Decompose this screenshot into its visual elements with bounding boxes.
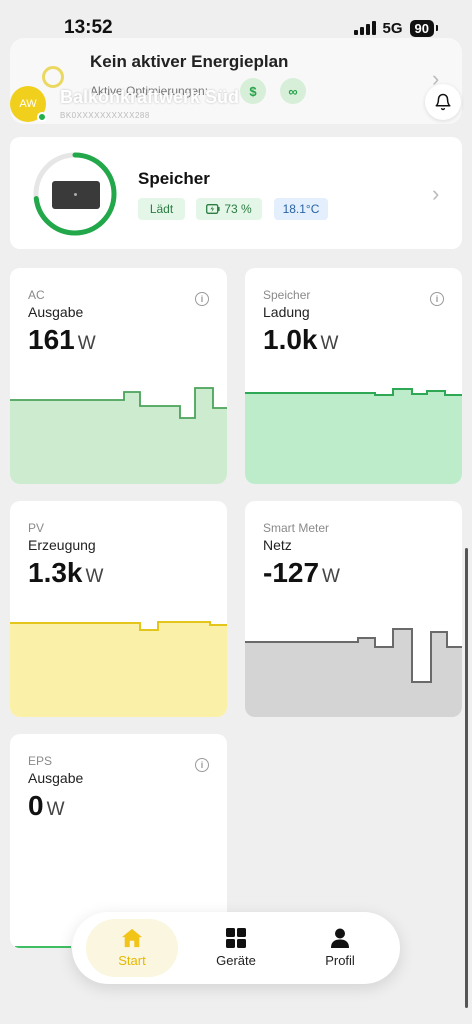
site-name[interactable]: Balkonkraftwerk Süd (60, 87, 239, 108)
tile-value-number: 1.0k (263, 324, 318, 355)
grid-sparkline (245, 628, 462, 717)
tile-value-number: -127 (263, 557, 320, 588)
tile-value-number: 0 (28, 790, 44, 821)
tile-title: Ladung (263, 304, 310, 320)
storage-card[interactable]: Speicher Lädt 73 % 18.1°C › (10, 137, 462, 249)
state-of-charge-value: 73 % (224, 202, 252, 216)
grid-icon (226, 928, 246, 948)
storage-device-image (52, 181, 100, 209)
scrollbar[interactable] (465, 548, 468, 1008)
tile-value-number: 1.3k (28, 557, 83, 588)
tile-value-unit: W (77, 333, 96, 354)
tile-title: Netz (263, 537, 292, 553)
pv-generation-tile[interactable]: PV Erzeugung 1.3k W (10, 501, 227, 717)
cellular-signal-icon (353, 21, 376, 35)
chevron-right-icon[interactable]: › (432, 181, 439, 207)
eps-output-sparkline (15, 946, 71, 948)
tile-category: PV (28, 521, 45, 535)
optimization-cycle-icon: ∞ (280, 78, 306, 104)
temperature-badge: 18.1°C (274, 198, 328, 220)
tile-category: Smart Meter (263, 521, 330, 535)
grid-tile[interactable]: Smart Meter Netz -127 W (245, 501, 462, 717)
info-icon[interactable]: i (195, 292, 209, 306)
status-indicators: 5G 90 (353, 19, 439, 37)
person-icon (331, 928, 349, 948)
network-type: 5G (382, 19, 403, 37)
notifications-button[interactable] (425, 84, 461, 120)
tile-value: 1.0k W (263, 324, 338, 356)
tab-label: Start (118, 953, 146, 968)
tile-category: EPS (28, 754, 53, 768)
battery-icon: 90 (409, 19, 439, 37)
status-bar: 13:52 5G 90 (0, 0, 472, 56)
tab-label: Profil (325, 953, 355, 968)
energy-plan-icon (42, 66, 64, 88)
info-icon[interactable]: i (195, 758, 209, 772)
storage-charge-tile[interactable]: Speicher Ladung 1.0k W i (245, 268, 462, 484)
home-icon (122, 928, 142, 948)
tile-value-unit: W (322, 566, 340, 587)
tile-value-unit: W (320, 333, 339, 354)
battery-charging-icon (206, 204, 220, 214)
tab-label: Geräte (216, 953, 256, 968)
tab-devices[interactable]: Geräte (190, 919, 282, 977)
site-id: BK0XXXXXXXXXX288 (60, 111, 150, 120)
ac-output-tile[interactable]: AC Ausgabe 161 W i (10, 268, 227, 484)
online-status-dot (37, 112, 47, 122)
tile-value: 161 W (28, 324, 96, 356)
info-icon[interactable]: i (430, 292, 444, 306)
tile-title: Ausgabe (28, 770, 84, 786)
tile-value-unit: W (85, 566, 104, 587)
tile-value: 0 W (28, 790, 65, 822)
charging-state-badge: Lädt (138, 198, 185, 220)
tile-value-number: 161 (28, 324, 75, 355)
tab-start[interactable]: Start (86, 919, 178, 977)
tile-value: -127 W (263, 557, 340, 589)
ac-output-sparkline (10, 387, 227, 484)
bell-icon (435, 93, 451, 111)
storage-title: Speicher (138, 169, 210, 188)
state-of-charge-badge: 73 % (196, 198, 262, 220)
tab-profile[interactable]: Profil (294, 919, 386, 977)
storage-charge-sparkline (245, 388, 462, 484)
tile-title: Erzeugung (28, 537, 96, 553)
tile-title: Ausgabe (28, 304, 84, 320)
tile-category: Speicher (263, 288, 311, 302)
optimization-cost-icon: $ (240, 78, 266, 104)
tile-value-unit: W (46, 799, 65, 820)
tile-category: AC (28, 288, 45, 302)
status-time: 13:52 (64, 17, 113, 38)
pv-generation-sparkline (10, 621, 227, 717)
tile-value: 1.3k W (28, 557, 103, 589)
bottom-navigation: Start Geräte Profil (72, 912, 400, 984)
